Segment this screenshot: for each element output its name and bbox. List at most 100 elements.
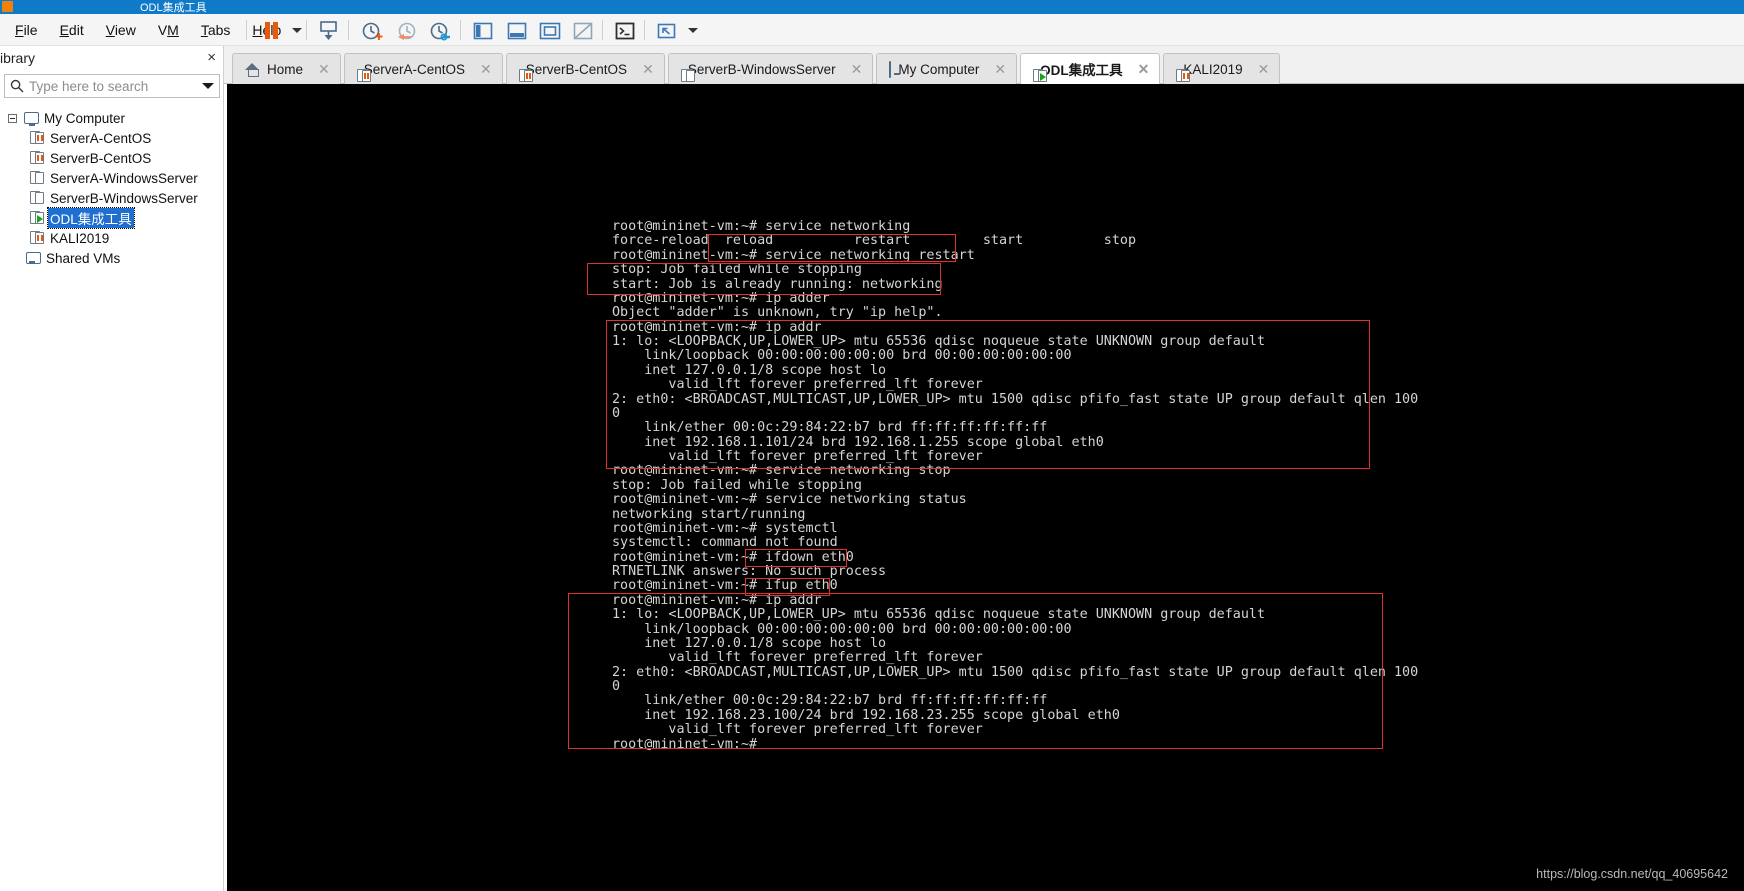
terminal-line: inet 127.0.0.1/8 scope host lo (612, 635, 887, 651)
menu-separator-1 (246, 20, 247, 40)
tree-item-label: KALI2019 (50, 230, 110, 246)
tree-item-shared-vms[interactable]: Shared VMs (0, 248, 224, 268)
tab-home[interactable]: Home ✕ (232, 53, 341, 84)
terminal-line: link/loopback 00:00:00:00:00:00 brd 00:0… (612, 348, 1072, 364)
dropdown-caret-icon (292, 28, 302, 33)
snapshot-manager-icon (430, 22, 450, 40)
menu-edit-rest: dit (68, 22, 84, 38)
unity-mode-button[interactable] (568, 19, 598, 42)
terminal-line: RTNETLINK answers: No such process (612, 564, 887, 579)
menu-view[interactable]: View (95, 19, 147, 41)
expand-collapse-icon[interactable] (4, 113, 20, 123)
terminal-line: inet 192.168.1.101/24 brd 192.168.1.255 … (612, 434, 1104, 450)
terminal-line: force-reload reload restart start stop (612, 233, 1137, 249)
menu-separator-2 (306, 20, 307, 40)
take-snapshot-button[interactable] (358, 19, 388, 42)
close-icon[interactable]: ✕ (480, 61, 492, 78)
tab-odl-integration-tool[interactable]: ODL集成工具 ✕ (1020, 53, 1161, 84)
menu-tabs-rest: abs (207, 22, 231, 38)
tree-item-my-computer[interactable]: My Computer (0, 108, 224, 128)
send-ctrl-alt-del-button[interactable] (314, 19, 344, 42)
vm-library-tree: My Computer ServerA-CentOS ServerB-CentO… (0, 108, 224, 268)
show-hide-thumbnails-button[interactable] (502, 19, 532, 42)
tab-serverb-windowsserver[interactable]: ServerB-WindowsServer ✕ (667, 53, 874, 84)
library-header: ibrary × (0, 46, 224, 74)
show-hide-sidebar-button[interactable] (468, 19, 498, 42)
search-input[interactable]: Type here to search (29, 79, 197, 94)
terminal-line: root@mininet-vm:~# service networking st… (612, 492, 967, 508)
tree-item-servera-centos[interactable]: ServerA-CentOS (0, 128, 224, 148)
show-hide-sidebar-icon (473, 22, 493, 39)
tree-item-serverb-windowsserver[interactable]: ServerB-WindowsServer (0, 188, 224, 208)
terminal-line: root@mininet-vm:~# service networking re… (612, 247, 975, 263)
terminal-line: link/loopback 00:00:00:00:00:00 brd 00:0… (612, 621, 1072, 637)
terminal-line: 1: lo: <LOOPBACK,UP,LOWER_UP> mtu 65536 … (612, 334, 1266, 349)
terminal-line: stop: Job failed while stopping (612, 262, 862, 278)
console-view-icon (615, 22, 635, 39)
library-search-box[interactable]: Type here to search (4, 74, 220, 98)
menu-edit[interactable]: Edit (49, 19, 95, 41)
terminal-line: valid_lft forever preferred_lft forever (612, 449, 983, 464)
console-view-button[interactable] (610, 19, 640, 42)
vm-console[interactable]: root@mininet-vm:~# service networking for… (227, 84, 1744, 891)
window-titlebar: ODL集成工具 (0, 0, 1744, 14)
monitor-icon (20, 112, 42, 126)
tab-label: Home (267, 61, 304, 77)
terminal-line: inet 192.168.23.100/24 brd 192.168.23.25… (612, 707, 1120, 723)
chevron-down-icon[interactable] (197, 83, 219, 89)
menu-items: File Edit View VM Tabs Help (4, 14, 292, 46)
tab-strip: Home ✕ ServerA-CentOS ✕ ServerB-CentOS ✕… (224, 46, 1744, 84)
menu-separator-6 (644, 20, 645, 40)
tab-label: My Computer (898, 61, 980, 77)
tab-kali2019[interactable]: KALI2019 ✕ (1163, 53, 1281, 84)
terminal-line: root@mininet-vm:~# ifup eth0 (612, 578, 838, 594)
tab-my-computer[interactable]: My Computer ✕ (876, 53, 1018, 84)
close-icon[interactable]: ✕ (994, 61, 1006, 78)
menu-tabs[interactable]: Tabs (190, 19, 242, 41)
revert-snapshot-button[interactable] (392, 19, 422, 42)
unity-mode-icon (573, 22, 593, 39)
tab-list: Home ✕ ServerA-CentOS ✕ ServerB-CentOS ✕… (232, 52, 1283, 84)
close-icon[interactable]: ✕ (851, 61, 863, 78)
tree-item-label: ServerB-WindowsServer (50, 190, 198, 206)
menu-file[interactable]: File (4, 19, 49, 41)
tree-item-label: ServerA-WindowsServer (50, 170, 198, 186)
terminal-line: Object "adder" is unknown, try "ip help"… (612, 305, 943, 321)
power-dropdown-button[interactable] (282, 19, 312, 42)
library-title: ibrary (0, 50, 36, 66)
tab-label: ServerA-CentOS (363, 61, 466, 77)
terminal-line: stop: Job failed while stopping (612, 477, 862, 493)
terminal-line: 2: eth0: <BROADCAST,MULTICAST,UP,LOWER_U… (612, 664, 1419, 680)
close-icon[interactable]: ✕ (642, 61, 654, 78)
snapshot-manager-button[interactable] (426, 19, 456, 42)
close-icon[interactable]: ✕ (318, 61, 330, 78)
menu-vm[interactable]: VM (147, 19, 190, 41)
shared-vms-icon (22, 251, 44, 265)
terminal-line: valid_lft forever preferred_lft forever (612, 722, 983, 738)
vm-powered-off-icon (26, 171, 48, 185)
tree-item-kali2019[interactable]: KALI2019 (0, 228, 224, 248)
tree-item-odl-integration-tool[interactable]: ODL集成工具 (0, 207, 224, 229)
tab-servera-centos[interactable]: ServerA-CentOS ✕ (343, 53, 503, 84)
terminal-line: root@mininet-vm:~# service networking (612, 219, 911, 234)
full-screen-icon (539, 22, 561, 39)
terminal-line: valid_lft forever preferred_lft forever (612, 377, 983, 393)
monitor-icon (889, 60, 892, 78)
close-icon[interactable]: ✕ (1258, 61, 1270, 78)
tree-item-serverb-centos[interactable]: ServerB-CentOS (0, 148, 224, 168)
tab-label: ServerB-WindowsServer (687, 61, 836, 77)
tree-item-servera-windowsserver[interactable]: ServerA-WindowsServer (0, 168, 224, 188)
expand-view-dropdown-button[interactable] (678, 19, 708, 42)
close-icon[interactable]: ✕ (1138, 61, 1150, 78)
menu-separator-4 (460, 20, 461, 40)
library-panel: ibrary × Type here to search My Computer… (0, 46, 224, 891)
menu-separator-3 (348, 20, 349, 40)
tab-serverb-centos[interactable]: ServerB-CentOS ✕ (505, 53, 665, 84)
snapshot-icon (362, 22, 383, 40)
vm-suspended-icon (26, 151, 48, 165)
close-icon[interactable]: × (207, 49, 216, 66)
terminal-line: 1: lo: <LOOPBACK,UP,LOWER_UP> mtu 65536 … (612, 607, 1266, 623)
tab-label: ODL集成工具 (1040, 63, 1123, 78)
terminal-line: networking start/running (612, 506, 806, 522)
full-screen-button[interactable] (535, 19, 565, 42)
